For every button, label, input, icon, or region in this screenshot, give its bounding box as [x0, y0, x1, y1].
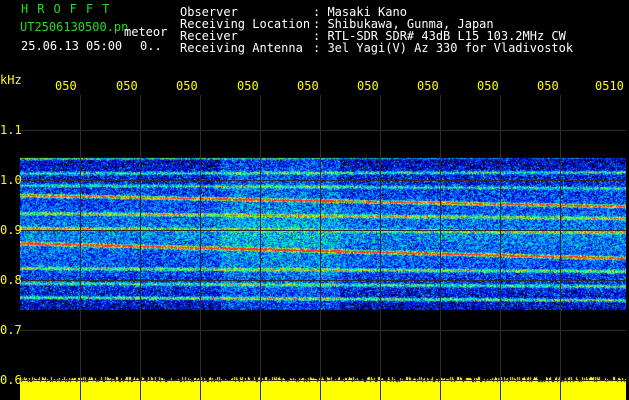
- time-tick: 050: [417, 79, 439, 93]
- time-tick: 0510: [595, 79, 624, 93]
- grid-line: [140, 95, 141, 400]
- grid-line: [20, 130, 626, 131]
- freq-tick: 0.8: [0, 273, 22, 287]
- time-tick: 050: [477, 79, 499, 93]
- mode-label: meteor: [124, 25, 168, 39]
- time-tick: 050: [537, 79, 559, 93]
- time-tick: 050: [357, 79, 379, 93]
- grid-line: [560, 95, 561, 400]
- grid-line: [440, 95, 441, 400]
- freq-tick: 1.1: [0, 123, 22, 137]
- antenna-label: Receiving Antenna: [180, 41, 303, 55]
- grid-line: [320, 95, 321, 400]
- freq-tick: 0.9: [0, 223, 22, 237]
- filename-label: UT2506130500.pn: [20, 20, 129, 34]
- spectrogram-canvas[interactable]: [20, 95, 626, 400]
- grid-line: [20, 280, 626, 281]
- grid-line: [20, 180, 626, 181]
- time-tick: 050: [237, 79, 259, 93]
- time-tick: 050: [297, 79, 319, 93]
- grid-line: [20, 380, 626, 381]
- time-tick: 050: [176, 79, 198, 93]
- time-tick: 050: [116, 79, 138, 93]
- freq-tick: 0.7: [0, 323, 22, 337]
- freq-tick: 0.6: [0, 373, 22, 387]
- count-label: 0..: [140, 39, 162, 53]
- antenna-value: : 3el Yagi(V) Az 330 for Vladivostok: [313, 41, 574, 55]
- grid-line: [200, 95, 201, 400]
- grid-line: [380, 95, 381, 400]
- app-title: HROFFT: [21, 2, 119, 16]
- grid-line: [500, 95, 501, 400]
- grid-line: [80, 95, 81, 400]
- datetime-label: 25.06.13 05:00: [21, 39, 123, 53]
- grid-line: [20, 230, 626, 231]
- time-tick: 050: [55, 79, 77, 93]
- grid-line: [20, 330, 626, 331]
- unit-label: kHz: [0, 73, 22, 87]
- grid-line: [260, 95, 261, 400]
- freq-tick: 1.0: [0, 173, 22, 187]
